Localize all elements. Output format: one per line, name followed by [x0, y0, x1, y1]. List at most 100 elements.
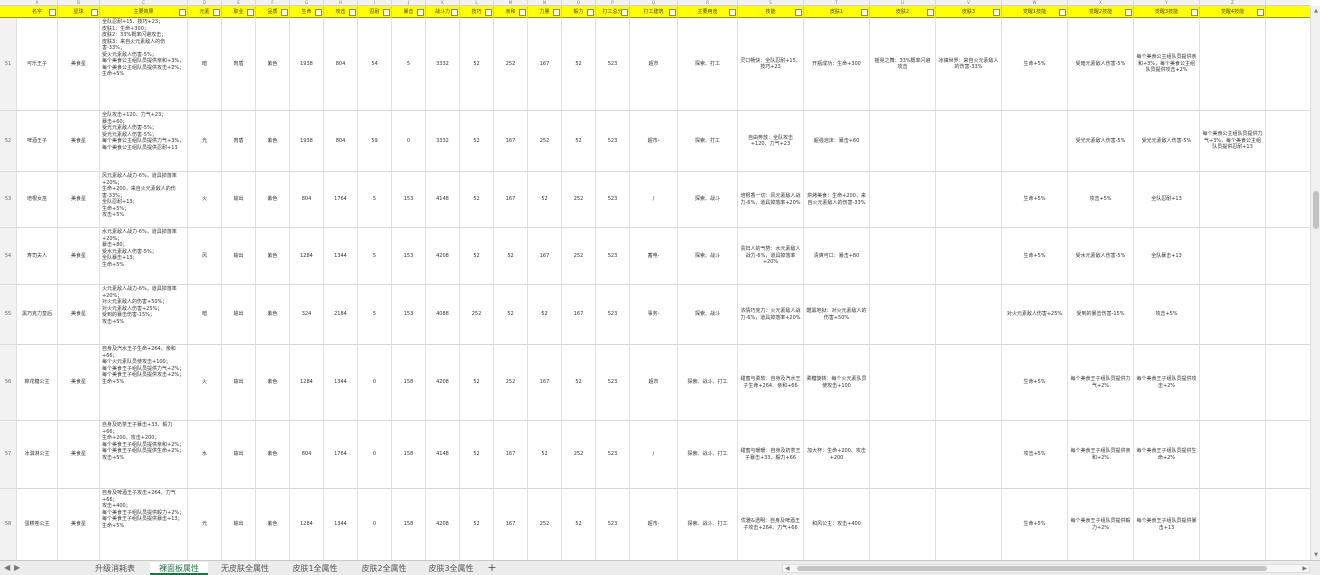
table-cell[interactable]: 每个美食王子组队员提供毅力+2%	[1068, 489, 1134, 560]
table-cell[interactable]: 超市-	[630, 489, 678, 560]
scroll-down-icon[interactable]: ▼	[1313, 552, 1319, 558]
table-cell[interactable]: 全队攻击+120、力气+23； 暴击+60； 受光元素敌人伤害-5%； 受光元素…	[100, 111, 188, 171]
table-cell[interactable]: 紫色	[256, 111, 290, 171]
table-cell[interactable]: 输出	[222, 489, 256, 560]
table-cell[interactable]: 523	[596, 489, 630, 560]
table-cell[interactable]: 浓情巧克力：火元素敌人战力-6%，道具掉落率+20%	[738, 285, 804, 344]
table-cell[interactable]: 167	[528, 345, 562, 420]
scroll-right-icon[interactable]: ▶	[1302, 565, 1307, 573]
table-cell[interactable]: 523	[596, 228, 630, 284]
table-cell[interactable]: 52	[460, 172, 494, 227]
column-header[interactable]: 职业	[222, 6, 256, 18]
table-cell[interactable]: 灵口畅快：全队忍耐+15、技巧+23	[738, 18, 804, 110]
table-cell[interactable]: 蓄电-	[630, 228, 678, 284]
table-cell[interactable]: 酷黑地狱：对火元素敌人的伤害+50%	[804, 285, 870, 344]
table-cell[interactable]: 冰淇淋公主	[17, 421, 58, 488]
table-cell[interactable]: 252	[494, 345, 528, 420]
table-cell[interactable]: 52	[460, 228, 494, 284]
table-cell[interactable]: 紫色	[256, 172, 290, 227]
table-cell[interactable]: 52	[460, 489, 494, 560]
table-cell[interactable]: 甜蜜与暖暖：自身及奶茶王子暴击+33、毅力+66	[738, 421, 804, 488]
table-cell[interactable]: 52	[528, 421, 562, 488]
table-cell[interactable]: 1764	[324, 172, 358, 227]
table-cell[interactable]: 优雅&透明：自身及啤酒王子攻击+264、力气+66	[738, 489, 804, 560]
table-cell[interactable]: 摇晃之舞：33%概率闪避攻击	[870, 18, 936, 110]
table-cell[interactable]: 紫色	[256, 18, 290, 110]
table-cell[interactable]	[1200, 285, 1266, 344]
table-cell[interactable]: 加大杯：生命+200、攻击+200	[804, 421, 870, 488]
table-cell[interactable]: 4148	[426, 421, 460, 488]
column-header[interactable]: 生命	[290, 6, 324, 18]
table-cell[interactable]: 0	[358, 421, 392, 488]
table-cell[interactable]: 紫色	[256, 228, 290, 284]
table-cell[interactable]: 棉花糖公主	[17, 345, 58, 420]
table-cell[interactable]: 804	[324, 18, 358, 110]
column-header[interactable]: 觉醒2技能	[1068, 6, 1134, 18]
table-row[interactable]: 54 寿司夫人 美食星 水元素敌人战力-6%，道具掉落率+20%； 暴击+80； 受水…	[0, 228, 1310, 285]
table-cell[interactable]: 黑巧克力皇后	[17, 285, 58, 344]
table-cell[interactable]: 受光元素敌人伤害-5%	[1068, 111, 1134, 171]
table-cell[interactable]	[1200, 172, 1266, 227]
table-cell[interactable]: 523	[596, 421, 630, 488]
table-cell[interactable]: 输出	[222, 285, 256, 344]
table-cell[interactable]: 水	[188, 421, 222, 488]
table-cell[interactable]: 0	[358, 345, 392, 420]
table-cell[interactable]	[936, 345, 1002, 420]
table-cell[interactable]: 2184	[324, 285, 358, 344]
table-cell[interactable]: 252	[562, 228, 596, 284]
table-cell[interactable]	[870, 285, 936, 344]
table-cell[interactable]: 输出	[222, 345, 256, 420]
table-cell[interactable]: 167	[494, 111, 528, 171]
row-number[interactable]: 54	[0, 228, 17, 284]
sheet-tab[interactable]: 皮肤3全属性	[420, 562, 482, 575]
table-cell[interactable]: 甜蜜与柔软：自身及汽水王子生命+264、亲和+66	[738, 345, 804, 420]
table-cell[interactable]: 52	[460, 18, 494, 110]
column-header[interactable]: 力量	[528, 6, 562, 18]
table-cell[interactable]: 啤酒王子	[17, 111, 58, 171]
table-cell[interactable]: 紫色	[256, 421, 290, 488]
sheet-tab[interactable]: 升级消耗表	[85, 562, 145, 575]
table-cell[interactable]: 4148	[426, 172, 460, 227]
table-cell[interactable]: 252	[562, 172, 596, 227]
table-cell[interactable]: 523	[596, 285, 630, 344]
table-cell[interactable]: 事务-	[630, 285, 678, 344]
table-cell[interactable]: 对火元素敌人伤害+25%	[1002, 285, 1068, 344]
table-cell[interactable]: 52	[460, 111, 494, 171]
column-header[interactable]: 技能	[738, 6, 804, 18]
table-cell[interactable]: 52	[528, 172, 562, 227]
table-cell[interactable]: 167	[494, 172, 528, 227]
table-cell[interactable]: 探索、打工	[678, 111, 738, 171]
table-cell[interactable]: 全队忍耐+15、技巧+23； 皮肤1：生命+300； 皮肤2：33%概率闪避攻击…	[100, 18, 188, 110]
column-header[interactable]: 皮肤3	[936, 6, 1002, 18]
table-cell[interactable]: 贵妇人的气势：水元素敌人战力-6%，道具掉落率+20%	[738, 228, 804, 284]
table-cell[interactable]: 紫色	[256, 489, 290, 560]
next-sheet-icon[interactable]: ▶	[14, 561, 20, 575]
table-cell[interactable]: 美食星	[58, 228, 100, 284]
table-cell[interactable]: /	[630, 421, 678, 488]
column-header[interactable]: 毅力	[562, 6, 596, 18]
table-cell[interactable]: 252	[494, 18, 528, 110]
table-cell[interactable]: 1284	[290, 489, 324, 560]
row-number[interactable]: 58	[0, 489, 17, 560]
table-cell[interactable]: 和风公主：攻击+400	[804, 489, 870, 560]
table-cell[interactable]: 52	[460, 345, 494, 420]
table-cell[interactable]: 全队忍耐+13	[1134, 172, 1200, 227]
table-cell[interactable]: 自身及奶茶王子暴击+33、毅力+66； 生命+200、攻击+200； 每个美食王…	[100, 421, 188, 488]
column-header[interactable]: 觉醒3技能	[1134, 6, 1200, 18]
table-cell[interactable]: 生命+5%	[1002, 172, 1068, 227]
row-number[interactable]: 51	[0, 18, 17, 110]
table-cell[interactable]	[1200, 489, 1266, 560]
table-cell[interactable]: 59	[358, 111, 392, 171]
column-header[interactable]: 皮肤2	[870, 6, 936, 18]
column-header[interactable]: 皮肤1	[804, 6, 870, 18]
table-cell[interactable]: 每个美食王子组队员提供暴击+13	[1134, 489, 1200, 560]
table-cell[interactable]: 生命+5%	[1002, 345, 1068, 420]
table-cell[interactable]: 252	[528, 489, 562, 560]
table-cell[interactable]: 每个美食王子组队员提供生命+2%	[1134, 421, 1200, 488]
table-cell[interactable]: 暗	[188, 18, 222, 110]
table-cell[interactable]: 0	[358, 489, 392, 560]
table-cell[interactable]: 探索、打工	[678, 18, 738, 110]
table-cell[interactable]: 5	[392, 18, 426, 110]
table-cell[interactable]: 可乐王子	[17, 18, 58, 110]
column-header[interactable]: 觉醒4技能	[1200, 6, 1266, 18]
